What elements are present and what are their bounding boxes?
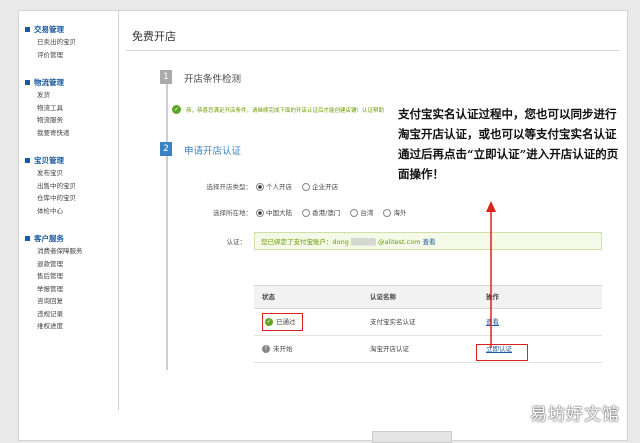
radio-icon [302,209,311,217]
bullet-icon [25,235,30,241]
action-cell: 查看 [486,309,602,335]
callout-text: 支付宝实名认证过程中，您也可以同步进行淘宝开店认证，或也可以等支付宝实名认证通过… [398,107,619,181]
status-text: 已通过 [276,318,296,326]
view-account-link[interactable]: 查看 [423,238,436,246]
view-link[interactable]: 查看 [486,318,499,326]
radio-icon [302,183,311,191]
sidebar-group-title[interactable]: 客户服务 [19,231,115,245]
sidebar-group-title[interactable]: 物流管理 [19,75,115,89]
sidebar-item[interactable]: 售后管理 [19,270,115,283]
cert-name-cell: 淘宝开店认证 [370,345,409,353]
page-title: 免费开店 [132,30,176,43]
sidebar-group-service: 客户服务 消费者保障服务 退款管理 售后管理 举报管理 咨询回复 违规记录 维权… [19,231,115,333]
radio-icon [350,209,359,217]
sidebar-item[interactable]: 已卖出的宝贝 [19,36,115,49]
column-header: 认证名称 [370,293,396,301]
radio-label: 个人开店 [266,183,292,191]
sidebar-group-logistics: 物流管理 发货 物流工具 物流服务 我要寄快递 [19,75,115,139]
sidebar-item[interactable]: 我要寄快递 [19,127,115,140]
cert-table: 状态 认证名称 操作 ✓ 已通过 支付宝实名认证 查看 ! 未开始 淘宝开店认证 立… [254,285,602,363]
action-highlight-box [476,344,528,361]
next-button[interactable] [372,431,452,443]
sidebar-item[interactable]: 出售中的宝贝 [19,180,115,193]
sidebar-group-label: 宝贝管理 [34,155,64,165]
radio-icon [256,183,264,191]
sidebar-item[interactable]: 发布宝贝 [19,167,115,180]
column-header: 状态 [262,293,275,301]
sidebar: 交易管理 已卖出的宝贝 评价管理 物流管理 发货 物流工具 物流服务 我要寄快递… [19,22,115,412]
bullet-icon [25,26,30,32]
status-cell: ✓ 已通过 [254,309,370,335]
region-label: 选择所在地： [213,209,252,217]
step-number: 2 [160,142,172,156]
sidebar-item[interactable]: 发货 [19,89,115,102]
column-header: 操作 [486,293,499,301]
cert-label: 认证： [226,238,247,246]
radio-taiwan[interactable]: 台湾 [350,209,373,217]
radio-personal[interactable]: 个人开店 [256,183,292,191]
shop-type-label: 选择开店类型： [206,183,253,191]
table-header: 状态 认证名称 操作 [254,285,602,309]
shop-type-options: 个人开店 企业开店 [256,181,346,191]
table-row: ! 未开始 淘宝开店认证 立即认证 [254,336,602,363]
cert-name-cell: 支付宝实名认证 [370,318,416,326]
radio-label: 香港/澳门 [312,209,341,217]
sidebar-item[interactable]: 评价管理 [19,49,115,62]
sidebar-group-trade: 交易管理 已卖出的宝贝 评价管理 [19,22,115,61]
step-connector [166,70,168,370]
radio-hk-macau[interactable]: 香港/澳门 [302,209,340,217]
sidebar-group-label: 交易管理 [34,24,64,34]
status-text: 未开始 [273,345,293,353]
bullet-icon [25,157,30,163]
sidebar-group-label: 物流管理 [34,77,64,87]
step-title: 申请开店认证 [184,146,242,157]
radio-enterprise[interactable]: 企业开店 [302,183,338,191]
sidebar-group-items: 宝贝管理 发布宝贝 出售中的宝贝 仓库中的宝贝 体检中心 [19,153,115,217]
watermark: 易坊好文馆 [530,405,620,425]
sidebar-item[interactable]: 退款管理 [19,258,115,271]
cert-email: @alitest.com [378,238,421,246]
sidebar-item[interactable]: 咨询回复 [19,295,115,308]
sidebar-item[interactable]: 体检中心 [19,205,115,218]
cert-text: 您已绑定了支付宝账户：dong [261,238,349,246]
cert-status-box: 您已绑定了支付宝账户：dong ▒▒▒▒▒ @alitest.com 查看 [254,232,602,250]
check-icon: ✓ [265,318,273,326]
sidebar-divider [118,10,119,410]
sidebar-item[interactable]: 仓库中的宝贝 [19,192,115,205]
sidebar-group-title[interactable]: 宝贝管理 [19,153,115,167]
info-icon: ! [262,345,270,353]
title-divider [126,50,620,51]
status-cell: ! 未开始 [254,336,370,362]
sidebar-group-label: 客户服务 [34,233,64,243]
radio-label: 台湾 [360,209,374,217]
sidebar-item[interactable]: 维权进度 [19,320,115,333]
sidebar-item[interactable]: 举报管理 [19,283,115,296]
sidebar-group-title[interactable]: 交易管理 [19,22,115,36]
radio-icon [256,209,264,217]
sidebar-item[interactable]: 物流服务 [19,114,115,127]
radio-overseas[interactable]: 海外 [383,209,406,217]
step-number: 1 [160,70,172,84]
radio-icon [383,209,392,217]
region-options: 中国大陆 香港/澳门 台湾 海外 [256,207,414,217]
step-title: 开店条件检测 [184,74,242,85]
sidebar-item[interactable]: 消费者保障服务 [19,245,115,258]
sidebar-item[interactable]: 违规记录 [19,308,115,321]
check-icon: ✓ [172,105,181,114]
bullet-icon [25,79,30,85]
radio-label: 海外 [393,209,407,217]
status-badge: ✓ 已通过 [262,313,303,331]
radio-label: 中国大陆 [266,209,292,217]
radio-mainland[interactable]: 中国大陆 [256,209,292,217]
sidebar-item[interactable]: 物流工具 [19,102,115,115]
radio-label: 企业开店 [312,183,339,191]
table-row: ✓ 已通过 支付宝实名认证 查看 [254,309,602,336]
